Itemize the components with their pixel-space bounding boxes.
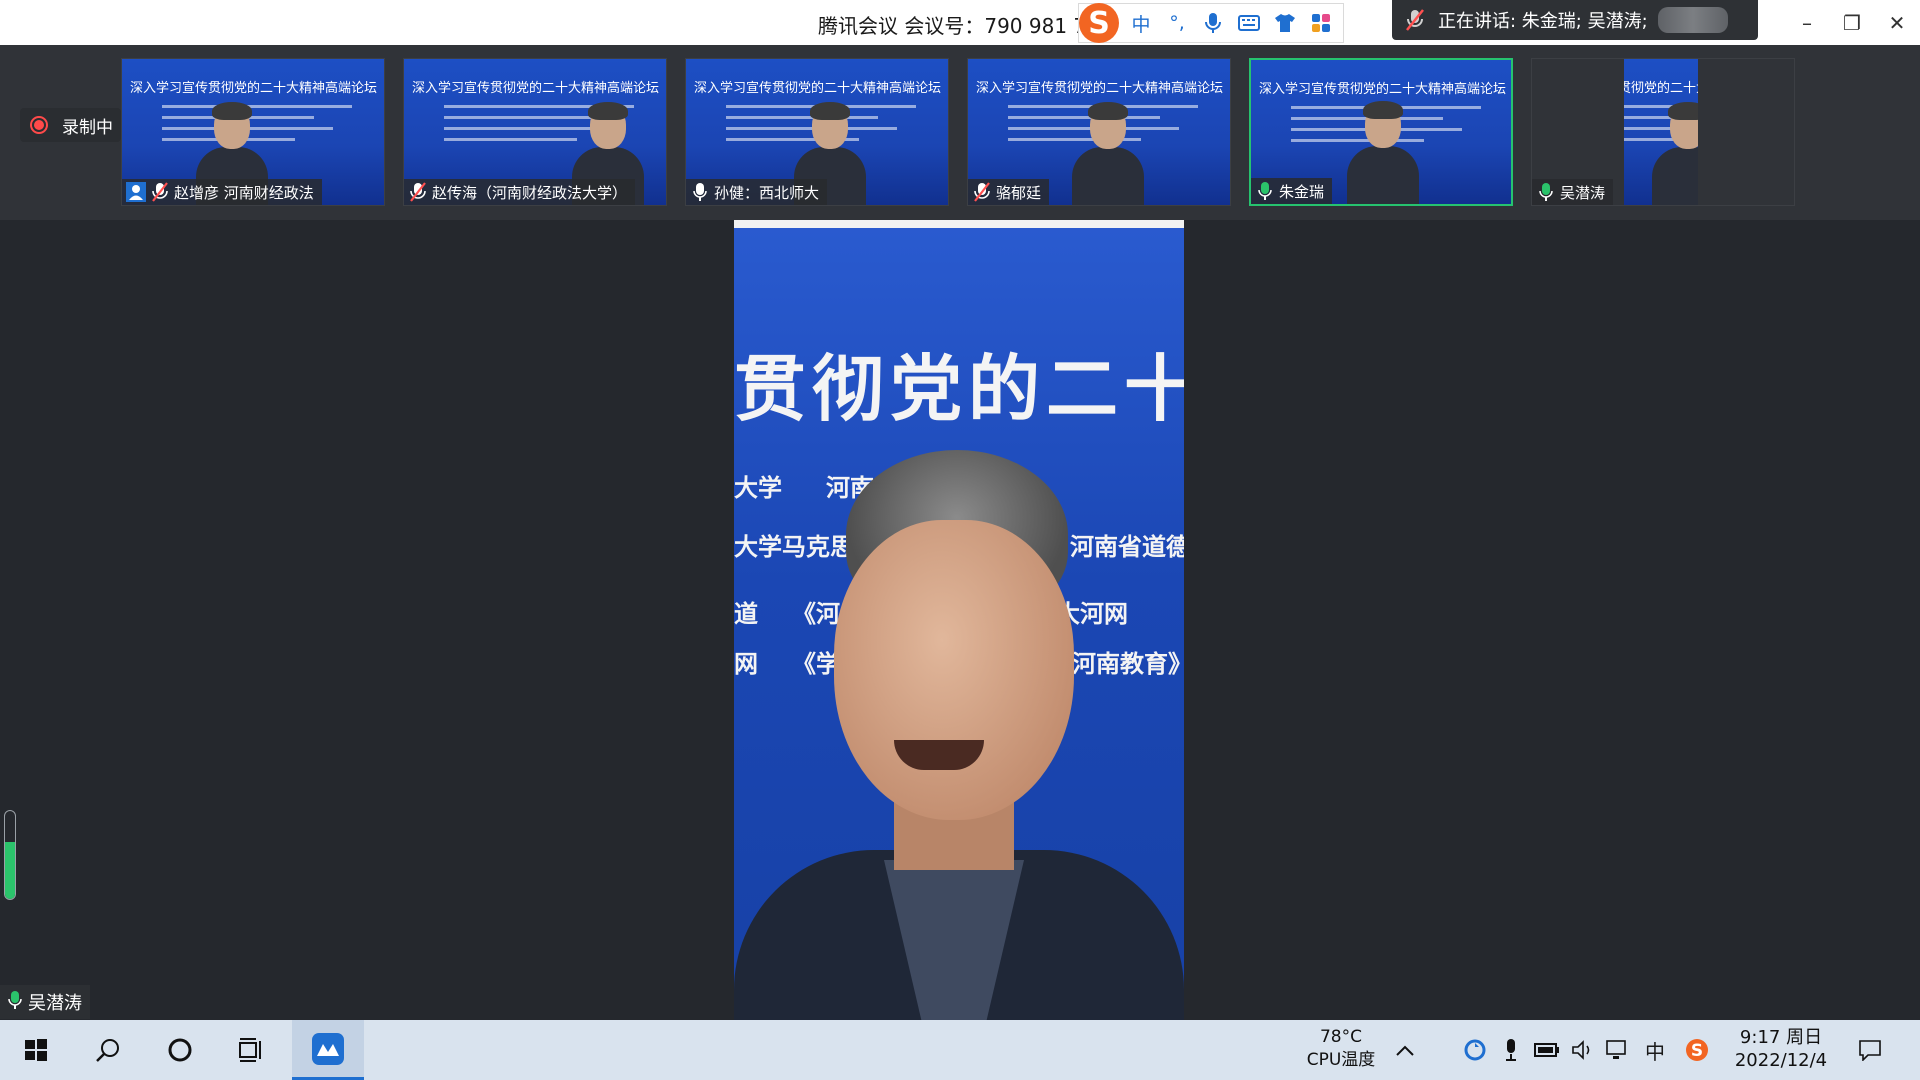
sogou-logo-icon[interactable]: S <box>1079 3 1119 43</box>
self-name: 吴潜涛 <box>28 993 82 1014</box>
tencent-meeting-window: 腾讯会议 会议号：790 981 7 S 中 °, 正在讲话: 朱金瑞; 吴潜涛… <box>0 0 1920 1080</box>
show-hidden-icons-button[interactable] <box>1390 1020 1420 1080</box>
windows-logo-icon <box>25 1039 47 1061</box>
restore-icon: ❐ <box>1843 10 1861 35</box>
tile-banner-text: 深入学习宣传贯彻党的二十大精神高端论坛 <box>976 81 1224 96</box>
participant-name: 孙健：西北师大 <box>714 183 820 202</box>
network-icon[interactable] <box>1604 1020 1634 1080</box>
tile-mask-right <box>1698 59 1794 205</box>
participant-video <box>1347 101 1419 204</box>
skin-icon[interactable] <box>1271 9 1299 37</box>
clock-time: 9:17 周日 <box>1739 1027 1823 1048</box>
blurred-name <box>1657 7 1728 33</box>
svg-text:S: S <box>1691 1041 1703 1061</box>
title-bar: 腾讯会议 会议号：790 981 7 S 中 °, 正在讲话: 朱金瑞; 吴潜涛… <box>0 0 1920 45</box>
tile-banner-text: 深入学习宣传贯彻党的二十大精神高端论坛 <box>1259 82 1507 97</box>
taskbar-tencent-meeting[interactable] <box>292 1020 364 1080</box>
participant-name-tag: 赵增彦 河南财经政法 <box>122 179 322 205</box>
tile-banner-text: 深入学习宣传贯彻党的二十大精神高端论坛 <box>412 81 660 96</box>
tile-banner-text: 深入学习宣传贯彻党的二十大精神高端论坛 <box>694 81 942 96</box>
participant-name-tag: 孙健：西北师大 <box>686 179 828 205</box>
record-icon <box>30 116 48 134</box>
main-speaker-video[interactable]: 贯彻党的二十大 大学 河南 大学马克思 河南省道德 道 《河 大河网 网 《学 … <box>734 220 1184 1020</box>
mic-on-icon <box>1536 182 1556 202</box>
speaking-indicator: 正在讲话: 朱金瑞; 吴潜涛; <box>1392 0 1758 40</box>
participant-name-tag: 吴潜涛 <box>1532 179 1614 205</box>
sogou-tray-icon[interactable]: S <box>1682 1020 1712 1080</box>
search-icon <box>96 1039 119 1062</box>
mic-muted-icon <box>408 182 428 202</box>
mic-on-icon <box>8 990 22 1015</box>
voice-input-icon[interactable] <box>1199 9 1227 37</box>
mic-level-meter <box>4 810 16 900</box>
task-view-button[interactable] <box>216 1020 288 1080</box>
mic-level-fill <box>5 841 15 899</box>
mic-muted-icon <box>150 182 170 202</box>
windows-taskbar: 78°C CPU温度 中 S 9:17 周日 2022/12/4 <box>0 1020 1920 1080</box>
chinese-mode-icon[interactable]: 中 <box>1127 9 1155 37</box>
tile-banner-text: 深入学习宣传贯彻党的二十大精神高端论坛 <box>130 81 378 96</box>
slide-top-edge <box>734 220 1184 228</box>
cpu-temp-label: CPU温度 <box>1306 1050 1376 1070</box>
participant-tile[interactable]: 深入学习宣传贯彻党的二十大精神高端论坛 吴潜涛 <box>1531 58 1795 206</box>
cortana-button[interactable] <box>144 1020 216 1080</box>
notification-icon <box>1859 1040 1881 1061</box>
start-button[interactable] <box>0 1020 72 1080</box>
recording-label: 录制中 <box>62 117 113 138</box>
minimize-button[interactable]: – <box>1784 0 1830 45</box>
ime-punct-label: °, <box>1169 12 1185 34</box>
cortana-icon <box>168 1038 192 1062</box>
mic-muted-icon <box>1392 8 1438 32</box>
participant-name-tag: 骆郁廷 <box>968 179 1050 205</box>
self-name-tag: 吴潜涛 <box>0 985 90 1019</box>
participant-tile[interactable]: 深入学习宣传贯彻党的二十大精神高端论坛赵增彦 河南财经政法 <box>121 58 385 206</box>
participant-name: 赵传海（河南财经政法大学） <box>432 183 628 202</box>
ime-toolbar: S 中 °, <box>1078 3 1344 43</box>
restore-button[interactable]: ❐ <box>1829 0 1875 45</box>
toolbox-icon[interactable] <box>1307 9 1335 37</box>
tencent-meeting-icon <box>312 1032 344 1065</box>
punctuation-icon[interactable]: °, <box>1163 9 1191 37</box>
search-button[interactable] <box>72 1020 144 1080</box>
participant-name: 赵增彦 河南财经政法 <box>174 183 314 202</box>
mic-on-icon <box>690 182 710 202</box>
volume-icon[interactable] <box>1568 1020 1598 1080</box>
cpu-temp-widget[interactable]: 78°C CPU温度 <box>1296 1026 1386 1072</box>
battery-icon[interactable] <box>1532 1020 1562 1080</box>
clock[interactable]: 9:17 周日 2022/12/4 <box>1726 1026 1836 1072</box>
participant-name-tag: 朱金瑞 <box>1251 178 1333 204</box>
close-button[interactable]: ✕ <box>1874 0 1920 45</box>
speaker-face <box>834 520 1074 820</box>
slide-title-text: 贯彻党的二十大 <box>734 346 1184 431</box>
meeting-title[interactable]: 腾讯会议 会议号：790 981 7 <box>818 10 1086 39</box>
sync-tray-icon[interactable] <box>1460 1020 1490 1080</box>
participant-tile[interactable]: 深入学习宣传贯彻党的二十大精神高端论坛朱金瑞 <box>1249 58 1513 206</box>
participant-video <box>1072 102 1144 205</box>
mic-muted-icon <box>972 182 992 202</box>
cpu-temp-value: 78°C <box>1319 1027 1362 1047</box>
participant-name: 朱金瑞 <box>1279 182 1325 201</box>
close-icon: ✕ <box>1888 10 1906 35</box>
recording-indicator[interactable]: 录制中 <box>20 108 121 142</box>
chevron-up-icon <box>1396 1045 1414 1056</box>
microphone-tray-icon[interactable] <box>1496 1020 1526 1080</box>
speaking-text: 正在讲话: 朱金瑞; 吴潜涛; <box>1438 11 1648 32</box>
task-view-icon <box>239 1038 261 1062</box>
action-center-button[interactable] <box>1852 1020 1888 1080</box>
participant-tile[interactable]: 深入学习宣传贯彻党的二十大精神高端论坛骆郁廷 <box>967 58 1231 206</box>
speaker-figure <box>734 450 1184 1020</box>
mic-on-icon <box>1255 181 1275 201</box>
participant-tile[interactable]: 深入学习宣传贯彻党的二十大精神高端论坛孙健：西北师大 <box>685 58 949 206</box>
participant-tile[interactable]: 深入学习宣传贯彻党的二十大精神高端论坛赵传海（河南财经政法大学） <box>403 58 667 206</box>
ime-mode-label: 中 <box>1131 13 1151 36</box>
minimize-icon: – <box>1802 10 1812 35</box>
participant-name: 吴潜涛 <box>1560 183 1606 202</box>
host-icon <box>126 182 146 202</box>
participant-name: 骆郁廷 <box>996 183 1042 202</box>
ime-indicator[interactable]: 中 <box>1640 1020 1670 1080</box>
keyboard-icon[interactable] <box>1235 9 1263 37</box>
participant-name-tag: 赵传海（河南财经政法大学） <box>404 179 636 205</box>
clock-date: 2022/12/4 <box>1734 1050 1828 1071</box>
